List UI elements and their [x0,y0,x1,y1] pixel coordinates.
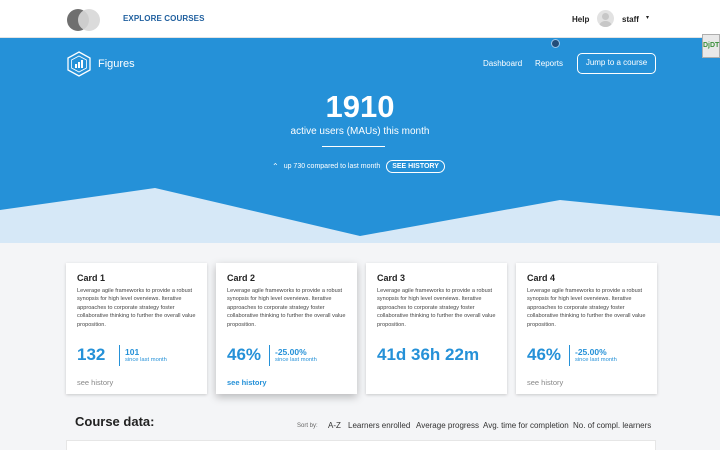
card-title: Card 2 [227,273,256,283]
card-delta: -25.00% [275,347,307,357]
card-description: Leverage agile frameworks to provide a r… [527,288,646,328]
active-users-count: 1910 [325,89,395,124]
card-delta: 101 [125,347,140,357]
top-navbar: EXPLORE COURSES Help staff ▾ [0,0,720,38]
explore-courses-link[interactable]: EXPLORE COURSES [123,14,205,23]
brand-name[interactable]: Figures [98,58,135,70]
card-title: Card 4 [527,273,556,283]
see-history-button[interactable]: SEE HISTORY [386,160,445,173]
jump-to-course-button[interactable]: Jump to a course [577,53,656,74]
card-since: since last month [125,357,167,363]
course-data-heading: Course data: [75,414,155,429]
card-divider [269,345,270,366]
metric-card-3: Card 3 Leverage agile frameworks to prov… [366,263,507,394]
card-since: since last month [275,357,317,363]
sort-option-completed-learners[interactable]: No. of compl. learners [573,421,651,430]
hero-banner: Figures Dashboard Reports Jump to a cour… [0,38,720,243]
avatar-icon[interactable] [597,10,614,27]
card-since: since last month [575,357,617,363]
chevron-up-double-icon: ⌃ [272,162,279,171]
sort-option-average-progress[interactable]: Average progress [416,421,479,430]
metric-card-4: Card 4 Leverage agile frameworks to prov… [516,263,657,394]
card-divider [119,345,120,366]
trend-text: up 730 compared to last month [283,163,381,170]
see-history-link[interactable]: see history [227,378,267,387]
hero-divider [322,146,385,147]
site-logo[interactable] [67,9,101,31]
card-delta: -25.00% [575,347,607,357]
sort-by-label: Sort by: [297,423,318,429]
help-link[interactable]: Help [572,15,589,24]
card-title: Card 3 [377,273,406,283]
card-title: Card 1 [77,273,106,283]
card-metric: 132 [77,345,106,364]
card-description: Leverage agile frameworks to provide a r… [227,288,346,328]
metric-card-1: Card 1 Leverage agile frameworks to prov… [66,263,207,394]
card-description: Leverage agile frameworks to provide a r… [77,288,196,328]
card-description: Leverage agile frameworks to provide a r… [377,288,496,328]
sort-option-avg-time[interactable]: Avg. time for completion [483,421,569,430]
card-metric: 46% [527,345,562,364]
notification-dot [551,39,560,48]
nav-reports-link[interactable]: Reports [535,59,563,68]
metric-card-2: Card 2 Leverage agile frameworks to prov… [216,263,357,394]
chevron-down-icon[interactable]: ▾ [646,14,649,21]
sort-option-az[interactable]: A-Z [328,421,341,430]
figures-logo-icon[interactable] [66,51,92,77]
debug-toolbar-tab[interactable]: DjDT [702,34,720,58]
username-menu[interactable]: staff [622,15,639,24]
see-history-link[interactable]: see history [77,378,113,387]
logo-circle-light [78,9,100,31]
course-table [66,440,656,450]
sort-option-learners-enrolled[interactable]: Learners enrolled [348,421,410,430]
see-history-link[interactable]: see history [527,378,563,387]
card-metric: 46% [227,345,262,364]
active-users-label: active users (MAUs) this month [290,126,430,137]
nav-dashboard-link[interactable]: Dashboard [483,59,522,68]
card-divider [569,345,570,366]
trend-row: ⌃ up 730 compared to last month SEE HIST… [272,159,445,174]
card-metric: 41d 36h 22m [377,345,480,364]
